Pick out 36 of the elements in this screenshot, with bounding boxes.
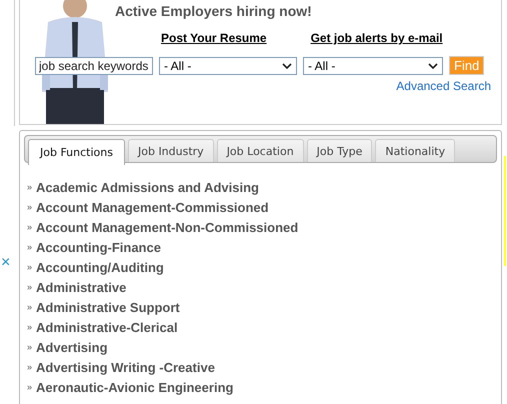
bullet-icon: » [27, 182, 32, 192]
category-link[interactable]: Accounting/Auditing [36, 260, 164, 274]
bullet-icon: » [27, 262, 32, 272]
header-link[interactable]: Post Your Resume [161, 31, 267, 45]
bullet-icon: » [27, 282, 32, 292]
bullet-icon: » [27, 322, 32, 332]
tab[interactable]: Job Industry [128, 139, 214, 162]
bullet-icon: » [27, 342, 32, 352]
tab[interactable]: Job Location [216, 139, 304, 162]
tab[interactable]: Job Functions [28, 139, 125, 165]
category-link[interactable]: Administrative Support [36, 300, 180, 314]
category-link[interactable]: Account Management-Commissioned [36, 200, 269, 214]
category-link[interactable]: Aeronautic-Avionic Engineering [36, 380, 234, 394]
tab[interactable]: Job Type [306, 139, 372, 162]
tab[interactable]: Nationality [375, 139, 456, 162]
category-link[interactable]: Academic Admissions and Advising [36, 180, 259, 194]
category-link[interactable]: Administrative-Clerical [36, 320, 178, 334]
advanced-search-link[interactable]: Advanced Search [396, 79, 491, 93]
dropdown[interactable]: - All - [159, 56, 297, 74]
bullet-icon: » [27, 202, 32, 212]
category-link[interactable]: Administrative [36, 280, 126, 294]
bullet-icon: » [27, 302, 32, 312]
bullet-icon: » [27, 242, 32, 252]
category-link[interactable]: Advertising Writing -Creative [36, 360, 215, 374]
category-link[interactable]: Advertising [36, 340, 108, 354]
bullet-icon: » [27, 362, 32, 372]
dropdown[interactable]: - All - [303, 56, 443, 74]
header-link[interactable]: Get job alerts by e-mail [310, 31, 443, 45]
bullet-icon: » [27, 382, 32, 392]
keyword-field[interactable]: job search keywords [35, 56, 153, 74]
headline: Active Employers hiring now! [115, 2, 312, 21]
bullet-icon: » [27, 222, 32, 232]
chevron-down-icon [428, 62, 438, 68]
chevron-down-icon [282, 62, 292, 68]
category-link[interactable]: Accounting-Finance [36, 240, 161, 254]
category-link[interactable]: Account Management-Non-Commissioned [36, 220, 298, 234]
